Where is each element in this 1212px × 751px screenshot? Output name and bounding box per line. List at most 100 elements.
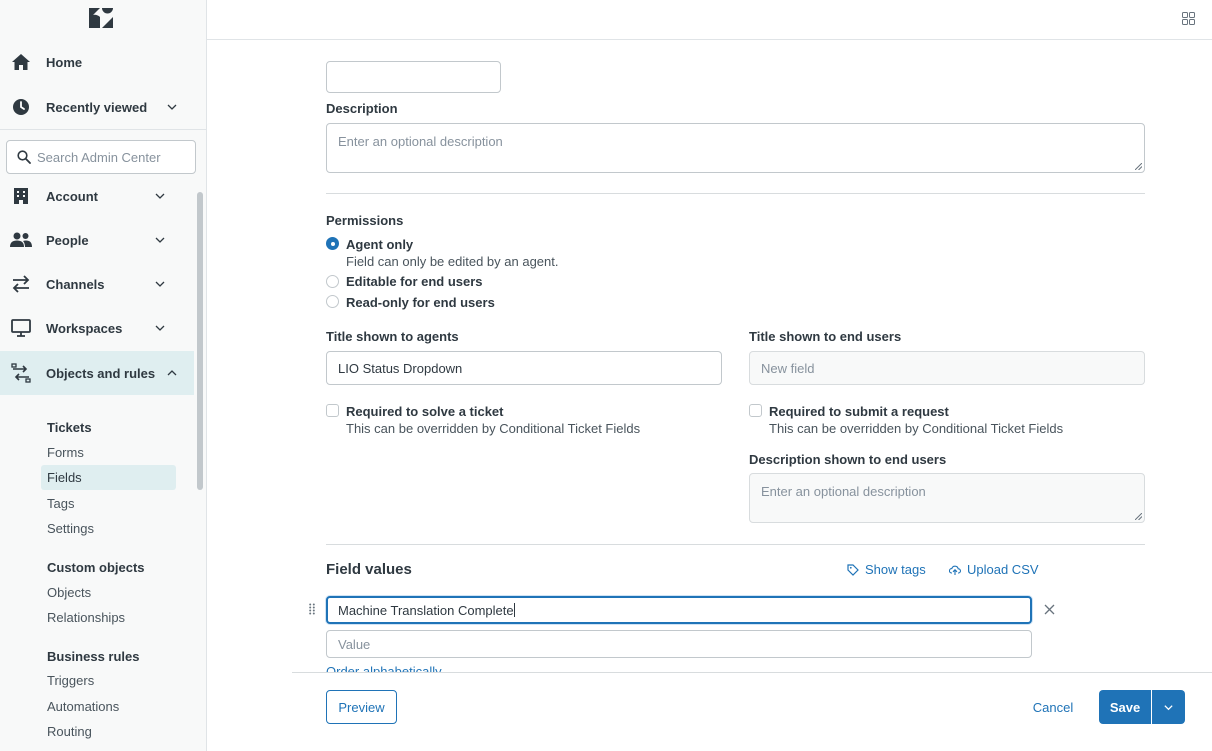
required-submit-label: Required to submit a request bbox=[769, 404, 949, 419]
preview-button[interactable]: Preview bbox=[326, 690, 397, 724]
nav-objects-and-rules-label: Objects and rules bbox=[46, 365, 156, 381]
sidebar-divider bbox=[0, 129, 206, 130]
nav-people[interactable]: People bbox=[0, 218, 194, 262]
title-agents-input[interactable]: LIO Status Dropdown bbox=[326, 351, 722, 385]
nav-objects-and-rules[interactable]: Objects and rules bbox=[0, 351, 194, 395]
title-agents-value: LIO Status Dropdown bbox=[338, 360, 463, 376]
building-icon bbox=[10, 185, 32, 207]
nav-recently-viewed[interactable]: Recently viewed bbox=[0, 85, 194, 129]
apps-grid-icon[interactable] bbox=[1182, 12, 1195, 25]
radio-agent-only[interactable] bbox=[326, 237, 339, 250]
sidebar-item-triggers[interactable]: Triggers bbox=[41, 668, 176, 693]
desc-end-users-textarea[interactable]: Enter an optional description bbox=[749, 473, 1145, 523]
sidebar-scrollbar[interactable] bbox=[197, 192, 203, 490]
field-value-1-text: Machine Translation Complete bbox=[338, 602, 514, 618]
search-icon bbox=[17, 150, 31, 164]
nav-recently-viewed-label: Recently viewed bbox=[46, 99, 148, 115]
sidebar-item-objects[interactable]: Objects bbox=[41, 580, 176, 605]
editable-end-users-label: Editable for end users bbox=[346, 274, 483, 289]
search-box[interactable] bbox=[6, 140, 196, 174]
nav-channels-label: Channels bbox=[46, 276, 105, 292]
title-end-users-input[interactable]: New field bbox=[749, 351, 1145, 385]
title-end-users-label: Title shown to end users bbox=[749, 329, 902, 344]
people-icon bbox=[10, 229, 32, 251]
drag-handle-icon[interactable] bbox=[309, 603, 315, 615]
sidebar-item-settings[interactable]: Settings bbox=[41, 516, 176, 541]
desc-end-users-placeholder: Enter an optional description bbox=[761, 484, 926, 499]
required-solve-hint: This can be overridden by Conditional Ti… bbox=[346, 421, 641, 436]
chevron-down-icon bbox=[155, 325, 165, 331]
cloud-upload-icon bbox=[949, 565, 961, 575]
sidebar-item-fields[interactable]: Fields bbox=[41, 465, 176, 490]
required-solve-checkbox[interactable] bbox=[326, 404, 339, 417]
main-content: Description Enter an optional descriptio… bbox=[207, 41, 1212, 673]
footer-bar: Preview Cancel Save bbox=[292, 672, 1212, 751]
nav-people-label: People bbox=[46, 232, 89, 248]
resize-handle-icon[interactable] bbox=[1135, 513, 1142, 520]
show-tags-link[interactable]: Show tags bbox=[847, 562, 926, 577]
show-tags-label: Show tags bbox=[865, 562, 926, 577]
sidebar-item-relationships[interactable]: Relationships bbox=[41, 605, 176, 630]
description-label: Description bbox=[326, 101, 398, 116]
radio-editable-end-users[interactable] bbox=[326, 275, 339, 288]
radio-read-only-end-users[interactable] bbox=[326, 295, 339, 308]
nav-home[interactable]: Home bbox=[0, 40, 194, 84]
chevron-down-icon bbox=[155, 281, 165, 287]
chevron-down-icon bbox=[1164, 704, 1173, 710]
chevron-up-icon bbox=[167, 370, 177, 376]
field-value-placeholder: Value bbox=[338, 636, 371, 652]
save-button[interactable]: Save bbox=[1099, 690, 1151, 724]
title-end-users-placeholder: New field bbox=[761, 360, 815, 376]
section-divider bbox=[326, 193, 1145, 194]
nav-channels[interactable]: Channels bbox=[0, 262, 194, 306]
nav-workspaces[interactable]: Workspaces bbox=[0, 306, 194, 350]
top-bar bbox=[207, 0, 1212, 40]
search-input[interactable] bbox=[37, 149, 187, 165]
save-options-button[interactable] bbox=[1152, 690, 1185, 724]
sidebar-item-forms[interactable]: Forms bbox=[41, 440, 176, 465]
field-values-heading: Field values bbox=[326, 561, 412, 578]
section-divider bbox=[326, 544, 1145, 545]
close-icon[interactable] bbox=[1044, 604, 1055, 615]
business-rules-heading: Business rules bbox=[47, 649, 140, 664]
tag-icon bbox=[847, 563, 859, 576]
objects-rules-icon bbox=[10, 362, 32, 384]
text-caret bbox=[513, 603, 515, 617]
upload-csv-link[interactable]: Upload CSV bbox=[949, 562, 1039, 577]
sidebar: Home Recently viewed Account People Chan… bbox=[0, 0, 207, 751]
nav-account[interactable]: Account bbox=[0, 174, 194, 218]
chevron-down-icon bbox=[155, 237, 165, 243]
sidebar-item-routing[interactable]: Routing bbox=[41, 719, 176, 744]
monitor-icon bbox=[10, 317, 32, 339]
permissions-label: Permissions bbox=[326, 213, 404, 228]
nav-home-label: Home bbox=[46, 54, 83, 70]
agent-only-hint: Field can only be edited by an agent. bbox=[346, 254, 559, 269]
nav-account-label: Account bbox=[46, 188, 98, 204]
chevron-down-icon bbox=[155, 193, 165, 199]
sidebar-item-tags[interactable]: Tags bbox=[41, 491, 176, 516]
required-submit-checkbox[interactable] bbox=[749, 404, 762, 417]
nav-workspaces-label: Workspaces bbox=[46, 320, 123, 336]
field-value-input-new[interactable]: Value bbox=[326, 630, 1032, 658]
tickets-heading: Tickets bbox=[47, 420, 92, 435]
sidebar-item-automations[interactable]: Automations bbox=[41, 694, 176, 719]
desc-end-users-label: Description shown to end users bbox=[749, 452, 947, 467]
field-value-input-1[interactable]: Machine Translation Complete bbox=[326, 596, 1032, 624]
agent-only-label: Agent only bbox=[346, 237, 414, 252]
description-textarea[interactable]: Enter an optional description bbox=[326, 123, 1145, 173]
required-solve-label: Required to solve a ticket bbox=[346, 404, 504, 419]
name-field-partial[interactable] bbox=[326, 61, 501, 93]
cancel-button[interactable]: Cancel bbox=[1026, 690, 1080, 724]
upload-csv-label: Upload CSV bbox=[967, 562, 1039, 577]
arrows-exchange-icon bbox=[10, 273, 32, 295]
home-icon bbox=[10, 51, 32, 73]
custom-objects-heading: Custom objects bbox=[47, 560, 145, 575]
title-agents-label: Title shown to agents bbox=[326, 329, 459, 344]
description-placeholder: Enter an optional description bbox=[338, 134, 503, 149]
zendesk-logo-icon[interactable] bbox=[89, 8, 113, 28]
required-submit-hint: This can be overridden by Conditional Ti… bbox=[769, 421, 1064, 436]
clock-icon bbox=[10, 96, 32, 118]
chevron-down-icon bbox=[167, 104, 177, 110]
read-only-end-users-label: Read-only for end users bbox=[346, 295, 495, 310]
resize-handle-icon[interactable] bbox=[1135, 163, 1142, 170]
